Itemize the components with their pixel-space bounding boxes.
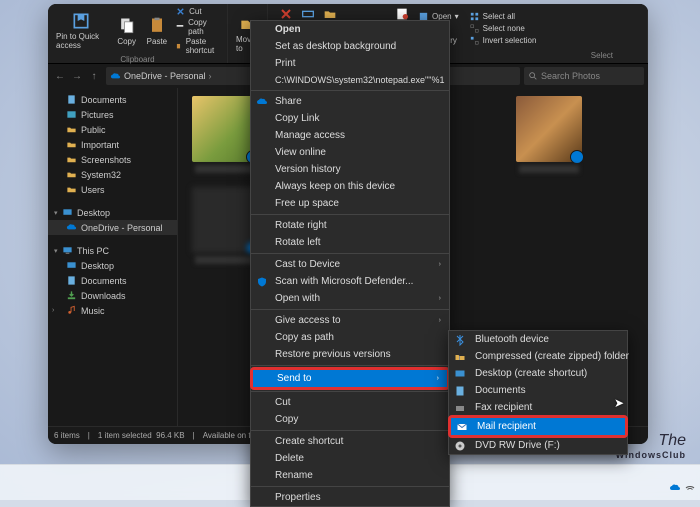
sendto-fax[interactable]: Fax recipient bbox=[449, 399, 627, 416]
ctx-send-to[interactable]: Send to› bbox=[253, 370, 447, 387]
sidebar-item-system32[interactable]: System32 bbox=[48, 167, 177, 182]
selection-info: 1 item selected 96.4 KB bbox=[98, 431, 185, 440]
sidebar-item-important[interactable]: Important bbox=[48, 137, 177, 152]
forward-button[interactable]: → bbox=[69, 68, 85, 84]
mail-icon bbox=[456, 421, 468, 433]
sidebar-item-users[interactable]: Users bbox=[48, 182, 177, 197]
sendto-documents[interactable]: Documents bbox=[449, 382, 627, 399]
sendto-desktop[interactable]: Desktop (create shortcut) bbox=[449, 365, 627, 382]
ctx-manage-access[interactable]: Manage access bbox=[251, 127, 449, 144]
ctx-version-history[interactable]: Version history bbox=[251, 161, 449, 178]
sidebar-item-pc-documents[interactable]: Documents bbox=[48, 273, 177, 288]
ctx-delete[interactable]: Delete bbox=[251, 450, 449, 467]
up-button[interactable]: ↑ bbox=[86, 68, 102, 84]
onedrive-tray-icon bbox=[669, 482, 681, 494]
onedrive-icon bbox=[110, 71, 121, 82]
ctx-restore-versions[interactable]: Restore previous versions bbox=[251, 346, 449, 363]
ctx-notepad-path[interactable]: C:\WINDOWS\system32\notepad.exe""%1 bbox=[251, 72, 449, 88]
ctx-always-keep[interactable]: Always keep on this device bbox=[251, 178, 449, 195]
ctx-set-background[interactable]: Set as desktop background bbox=[251, 38, 449, 55]
sidebar-item-pc-downloads[interactable]: Downloads bbox=[48, 288, 177, 303]
bluetooth-icon bbox=[454, 334, 466, 346]
ctx-view-online[interactable]: View online bbox=[251, 144, 449, 161]
ctx-defender-scan[interactable]: Scan with Microsoft Defender... bbox=[251, 273, 449, 290]
ctx-copy-as-path[interactable]: Copy as path bbox=[251, 329, 449, 346]
sendto-mail-recipient[interactable]: Mail recipient bbox=[451, 418, 625, 435]
ctx-open[interactable]: Open bbox=[251, 21, 449, 38]
ctx-rotate-left[interactable]: Rotate left bbox=[251, 234, 449, 251]
pin-quick-access-button[interactable]: Pin to Quick access bbox=[52, 6, 111, 55]
shield-icon bbox=[256, 276, 268, 288]
ctx-rotate-right[interactable]: Rotate right bbox=[251, 217, 449, 234]
ctx-cast[interactable]: Cast to Device› bbox=[251, 256, 449, 273]
invert-selection-button[interactable]: Invert selection bbox=[467, 35, 539, 46]
sidebar-item-public[interactable]: Public bbox=[48, 122, 177, 137]
desktop-icon bbox=[454, 368, 466, 380]
sidebar-item-pictures[interactable]: Pictures bbox=[48, 107, 177, 122]
sidebar-item-this-pc[interactable]: ▾This PC bbox=[48, 243, 177, 258]
sendto-dvd[interactable]: DVD RW Drive (F:) bbox=[449, 437, 627, 454]
sidebar-item-documents[interactable]: Documents bbox=[48, 92, 177, 107]
sendto-compressed[interactable]: Compressed (create zipped) folder bbox=[449, 348, 627, 365]
sendto-submenu: Bluetooth device Compressed (create zipp… bbox=[448, 330, 628, 455]
system-tray[interactable] bbox=[669, 482, 696, 494]
file-thumbnail[interactable] bbox=[510, 96, 588, 173]
ctx-open-with[interactable]: Open with› bbox=[251, 290, 449, 307]
paste-button[interactable]: Paste bbox=[143, 6, 171, 55]
navigation-pane: Documents Pictures Public Important Scre… bbox=[48, 88, 178, 426]
sendto-bluetooth[interactable]: Bluetooth device bbox=[449, 331, 627, 348]
context-menu: Open Set as desktop background Print C:\… bbox=[250, 20, 450, 507]
ctx-give-access[interactable]: Give access to› bbox=[251, 312, 449, 329]
zip-icon bbox=[454, 351, 466, 363]
mouse-cursor: ➤ bbox=[614, 396, 624, 410]
disc-icon bbox=[454, 440, 466, 452]
select-none-button[interactable]: Select none bbox=[467, 23, 539, 34]
ctx-rename[interactable]: Rename bbox=[251, 467, 449, 484]
ctx-copy-link[interactable]: Copy Link bbox=[251, 110, 449, 127]
search-icon bbox=[528, 71, 538, 81]
ctx-create-shortcut[interactable]: Create shortcut bbox=[251, 433, 449, 450]
select-all-button[interactable]: Select all bbox=[467, 11, 539, 22]
documents-icon bbox=[454, 385, 466, 397]
sidebar-item-onedrive[interactable]: OneDrive - Personal bbox=[48, 220, 177, 235]
item-count: 6 items bbox=[54, 431, 80, 440]
back-button[interactable]: ← bbox=[52, 68, 68, 84]
ctx-copy[interactable]: Copy bbox=[251, 411, 449, 428]
paste-shortcut-button[interactable]: Paste shortcut bbox=[173, 37, 223, 55]
sidebar-item-screenshots[interactable]: Screenshots bbox=[48, 152, 177, 167]
ctx-cut[interactable]: Cut bbox=[251, 394, 449, 411]
sidebar-item-pc-music[interactable]: ›Music bbox=[48, 303, 177, 318]
ctx-print[interactable]: Print bbox=[251, 55, 449, 72]
sidebar-item-pc-desktop[interactable]: Desktop bbox=[48, 258, 177, 273]
ctx-free-up-space[interactable]: Free up space bbox=[251, 195, 449, 212]
sidebar-item-desktop[interactable]: ▾Desktop bbox=[48, 205, 177, 220]
search-input[interactable]: Search Photos bbox=[524, 67, 644, 85]
ctx-properties[interactable]: Properties bbox=[251, 489, 449, 506]
cut-button[interactable]: Cut bbox=[173, 6, 223, 17]
copy-button[interactable]: Copy bbox=[113, 6, 141, 55]
wifi-tray-icon bbox=[684, 482, 696, 494]
ctx-share[interactable]: Share bbox=[251, 93, 449, 110]
fax-icon bbox=[454, 402, 466, 414]
share-icon bbox=[256, 96, 268, 108]
copy-path-button[interactable]: Copy path bbox=[173, 18, 223, 36]
